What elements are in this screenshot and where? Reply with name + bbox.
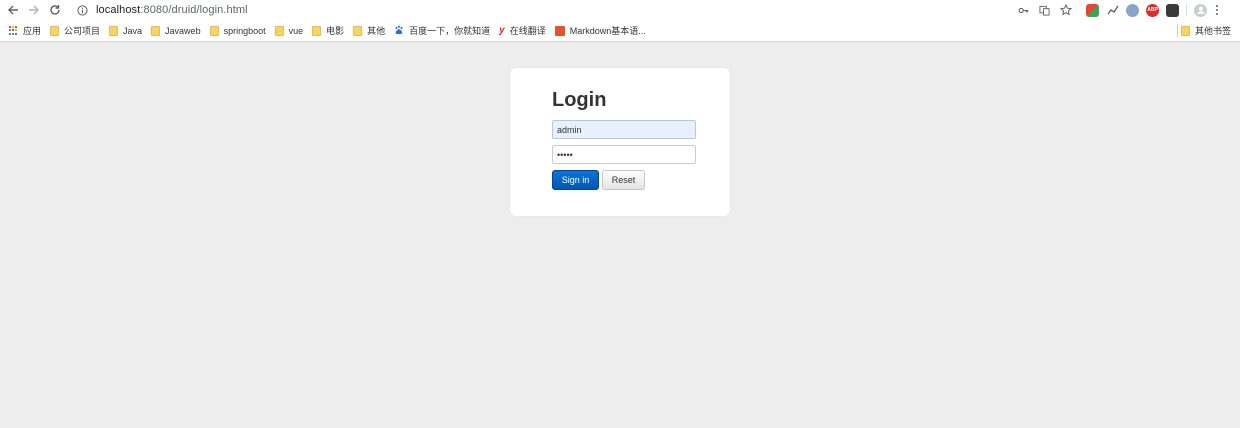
sign-in-button[interactable]: Sign in [552,170,599,190]
profile-icon[interactable] [1194,3,1207,17]
extension-colorful-icon[interactable] [1086,3,1099,17]
extension-feather-icon[interactable] [1126,3,1139,17]
bookmark-springboot[interactable]: springboot [209,25,266,36]
bookmark-label: springboot [223,25,266,36]
bookmark-movies[interactable]: 电影 [312,24,344,37]
folder-icon [274,25,284,36]
bookmark-label: 其他书签 [1194,26,1231,36]
bookmarks-bar: 应用 公司项目 Java Javaweb springboot vue 电影 其… [0,20,1240,42]
bookmark-label: 电影 [326,26,345,36]
username-input[interactable] [552,120,696,139]
folder-icon [1180,25,1190,36]
bookmark-vue[interactable]: vue [274,25,304,36]
bookmark-javaweb[interactable]: Javaweb [151,25,201,36]
login-title: Login [552,89,607,111]
bookmark-label: 应用 [23,26,42,36]
bookmark-label: Java [123,25,143,36]
login-card: Login Sign in Reset [510,68,730,216]
bookmark-apps[interactable]: 应用 [9,24,41,37]
folder-icon [50,25,60,36]
folder-icon [109,25,119,36]
folder-icon [209,25,219,36]
folder-icon [353,25,363,36]
bookmark-other[interactable]: 其他 [353,24,385,37]
bookmark-label: 公司项目 [64,26,101,36]
password-input[interactable] [552,145,696,164]
back-icon[interactable] [5,2,21,18]
youdao-icon: y [499,25,505,36]
bookmark-label: Markdown基本语... [569,26,646,36]
baidu-icon [394,25,404,37]
extension-dark-icon[interactable] [1166,3,1179,17]
extensions-area: ABP [1086,1,1220,19]
star-icon[interactable] [1059,4,1072,17]
bookmark-label: vue [288,25,304,36]
key-icon[interactable] [1017,4,1030,17]
bookmark-label: 其他 [367,26,386,36]
reload-icon[interactable] [47,2,63,18]
address-bar[interactable]: localhost:8080/druid/login.html [68,1,1080,19]
menu-icon[interactable] [1214,4,1220,17]
url-path: :8080/druid/login.html [140,4,248,16]
bookmark-translate[interactable]: y 在线翻译 [499,24,546,37]
bookmark-label: 百度一下，你就知道 [409,26,491,36]
bookmarks-divider [1177,24,1178,37]
bookmark-company-projects[interactable]: 公司项目 [50,24,100,37]
bookmark-label: 在线翻译 [509,26,546,36]
toolbar-divider [1186,4,1187,16]
bookmark-baidu[interactable]: 百度一下，你就知道 [394,24,490,37]
browser-toolbar: localhost:8080/druid/login.html ABP [0,0,1240,20]
extension-chart-icon[interactable] [1106,3,1119,17]
translate-icon[interactable] [1038,4,1051,17]
url-host: localhost [96,4,141,16]
bookmark-other-bookmarks[interactable]: 其他书签 [1180,20,1231,41]
url-text: localhost:8080/druid/login.html [96,4,248,16]
folder-icon [151,25,161,36]
bookmark-markdown[interactable]: Markdown基本语... [554,24,646,37]
forward-icon[interactable] [26,2,42,18]
bookmark-java[interactable]: Java [109,25,143,36]
markdown-icon [554,25,565,36]
info-icon[interactable] [74,2,90,18]
bookmark-label: Javaweb [165,25,201,36]
folder-icon [312,25,322,36]
adblock-icon[interactable]: ABP [1146,3,1159,17]
apps-grid-icon [9,26,18,35]
reset-button[interactable]: Reset [602,170,645,190]
